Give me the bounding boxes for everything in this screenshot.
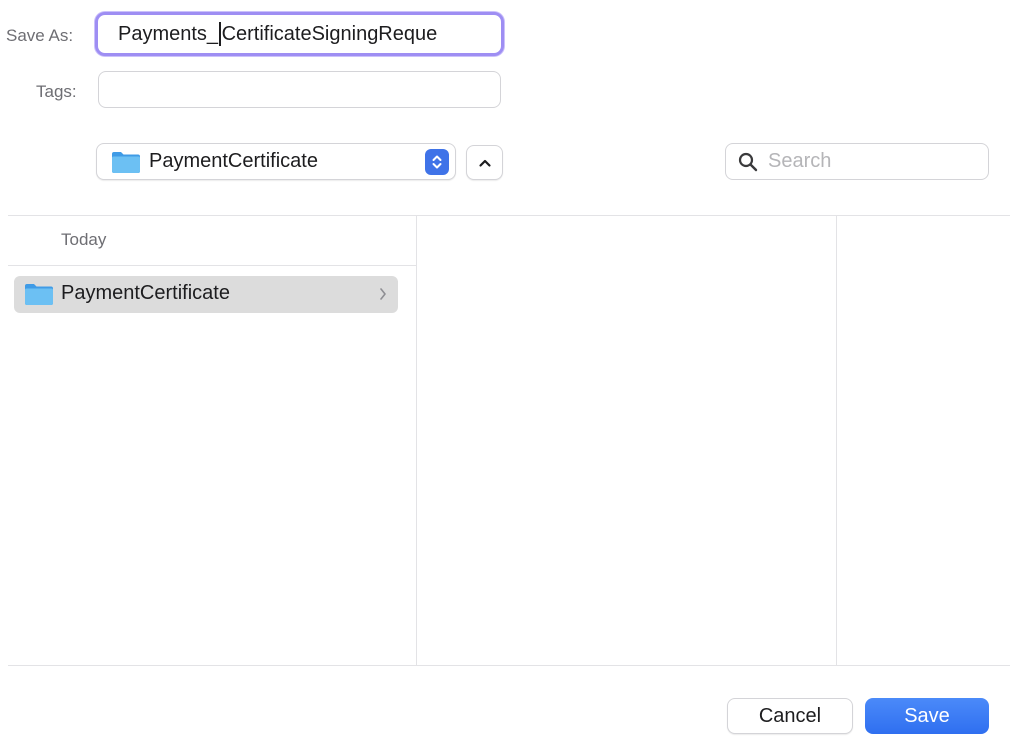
search-icon <box>738 152 758 171</box>
save-as-text-before-caret: Payments_ <box>118 22 219 45</box>
location-folder-label: PaymentCertificate <box>149 150 318 172</box>
list-item-label: PaymentCertificate <box>61 282 230 304</box>
browser-column-2[interactable] <box>417 216 837 665</box>
folder-icon <box>112 152 140 173</box>
browser-column-1[interactable]: Today PaymentCertificate <box>8 216 417 665</box>
browser-column-3[interactable] <box>837 216 1010 665</box>
list-item-folder[interactable]: PaymentCertificate <box>14 276 398 313</box>
section-header-today: Today <box>61 230 107 249</box>
search-field[interactable] <box>725 143 989 180</box>
collapse-button[interactable] <box>466 145 503 180</box>
search-input[interactable] <box>766 149 970 174</box>
section-divider <box>8 265 416 266</box>
cancel-button[interactable]: Cancel <box>727 698 853 734</box>
save-as-field[interactable]: Payments_ CertificateSigningReque <box>95 12 504 56</box>
chevron-right-icon <box>380 288 386 300</box>
save-button[interactable]: Save <box>865 698 989 734</box>
up-down-stepper-icon <box>425 149 449 175</box>
column-browser: Today PaymentCertificate <box>8 215 1010 666</box>
folder-icon <box>25 284 53 305</box>
location-popup[interactable]: PaymentCertificate <box>96 143 456 180</box>
tags-label: Tags: <box>36 82 77 101</box>
chevron-up-icon <box>478 159 491 167</box>
tags-field[interactable] <box>98 71 501 108</box>
save-as-label: Save As: <box>6 26 74 45</box>
save-as-text-after-caret: CertificateSigningReque <box>221 22 438 45</box>
text-caret <box>219 22 221 46</box>
